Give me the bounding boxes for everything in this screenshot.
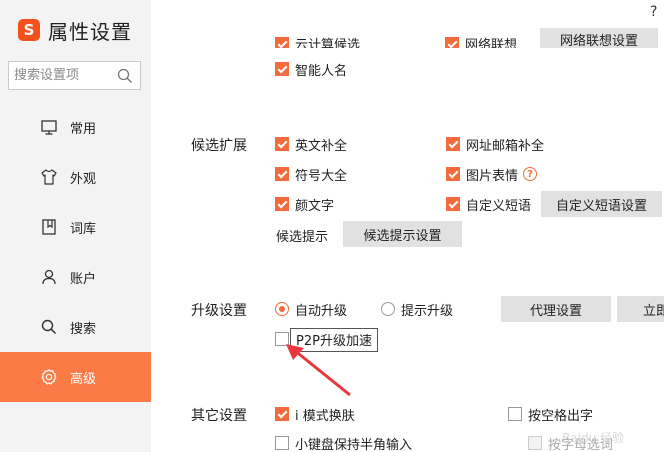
english-complete-checkbox[interactable]: 英文补全 — [275, 135, 348, 154]
monitor-icon — [41, 120, 57, 135]
search-icon[interactable] — [117, 68, 133, 84]
checkbox-label: 智能人名 — [295, 63, 348, 79]
annotation-arrow — [286, 344, 351, 397]
custom-phrase-checkbox[interactable]: 自定义短语 — [446, 195, 532, 214]
prompt-upgrade-radio[interactable]: 提示升级 — [381, 300, 454, 319]
checkbox-icon — [275, 62, 289, 76]
context-checkbox[interactable]: 网络联想 — [445, 34, 517, 48]
image-emoji-checkbox[interactable]: 图片表情 ? — [446, 165, 538, 184]
sidebar-item-label: 账户 — [70, 272, 97, 287]
section-title-other: 其它设置 — [191, 408, 247, 424]
checkbox-label: 网址邮箱补全 — [466, 138, 545, 154]
custom-phrase-settings-button[interactable]: 自定义短语设置 — [541, 191, 662, 217]
sidebar-item-label: 搜索 — [70, 322, 97, 337]
radio-label: 自动升级 — [295, 303, 348, 319]
section-title-upgrade: 升级设置 — [191, 303, 247, 319]
user-icon — [42, 269, 56, 285]
search-input[interactable] — [9, 62, 114, 89]
context-settings-button[interactable]: 网络联想设置 — [540, 28, 658, 48]
checkbox-icon — [275, 137, 289, 151]
sogou-logo-icon: S — [18, 19, 40, 41]
candidate-hint-label: 候选提示 — [276, 230, 329, 245]
sidebar-item-account[interactable]: 账户 — [0, 252, 151, 302]
checkbox-label: i 模式换肤 — [295, 408, 355, 424]
radio-icon — [275, 302, 289, 316]
auto-upgrade-radio[interactable]: 自动升级 — [275, 300, 348, 319]
scrolled-row: 云计算候选 网络联想 网络联想设置 — [151, 0, 664, 48]
page-title: 属性设置 — [48, 19, 132, 44]
checkbox-icon — [508, 407, 522, 421]
candidate-hint-settings-button[interactable]: 候选提示设置 — [343, 221, 462, 247]
shirt-icon — [41, 169, 57, 185]
checkbox-icon — [446, 197, 460, 211]
sidebar-item-advanced[interactable]: 高级 — [0, 352, 151, 402]
upgrade-now-button[interactable]: 立即 — [617, 296, 664, 322]
checkbox-icon — [275, 436, 289, 450]
checkbox-icon — [446, 167, 460, 181]
symbols-checkbox[interactable]: 符号大全 — [275, 165, 348, 184]
sidebar-item-label: 高级 — [70, 372, 97, 387]
checkbox-label: 图片表情 — [466, 168, 519, 184]
checkbox-label: 颜文字 — [295, 198, 335, 214]
checkbox-label: 符号大全 — [295, 168, 348, 184]
checkbox-icon — [275, 197, 289, 211]
watermark: Baidu 经验 — [562, 431, 624, 445]
checkbox-label: 网络联想 — [465, 38, 518, 48]
space-output-checkbox[interactable]: 按空格出字 — [508, 405, 594, 424]
section-title-candidate: 候选扩展 — [191, 138, 247, 154]
keypad-halfwidth-checkbox[interactable]: 小键盘保持半角输入 — [275, 434, 412, 452]
sidebar-item-dictionary[interactable]: 词库 — [0, 202, 151, 252]
checkbox-label: 自定义短语 — [466, 198, 532, 214]
url-email-checkbox[interactable]: 网址邮箱补全 — [446, 135, 545, 154]
radio-label: 提示升级 — [401, 303, 454, 319]
smart-name-checkbox[interactable]: 智能人名 — [275, 60, 348, 79]
cloud-candidate-checkbox[interactable]: 云计算候选 — [275, 34, 360, 48]
checkbox-icon — [445, 36, 459, 48]
checkbox-label: 云计算候选 — [295, 38, 361, 48]
sidebar-item-label: 常用 — [70, 122, 97, 137]
search-icon — [41, 319, 57, 335]
gear-icon — [41, 369, 57, 385]
sidebar-item-common[interactable]: 常用 — [0, 102, 151, 152]
sidebar-item-appearance[interactable]: 外观 — [0, 152, 151, 202]
sidebar-item-search[interactable]: 搜索 — [0, 302, 151, 352]
checkbox-label: 英文补全 — [295, 138, 348, 154]
book-icon — [42, 219, 56, 235]
checkbox-label: 按空格出字 — [528, 408, 594, 424]
radio-icon — [381, 302, 395, 316]
kaomoji-checkbox[interactable]: 颜文字 — [275, 195, 335, 214]
checkbox-icon — [275, 36, 289, 48]
sidebar: S 属性设置 常用 外观 词库 账户 — [0, 0, 151, 452]
checkbox-icon — [275, 407, 289, 421]
question-circle-icon[interactable]: ? — [523, 167, 538, 181]
sidebar-item-label: 外观 — [70, 172, 97, 187]
sidebar-item-label: 词库 — [70, 222, 97, 237]
checkbox-icon — [446, 137, 460, 151]
i-mode-skin-checkbox[interactable]: i 模式换肤 — [275, 405, 355, 424]
checkbox-label: 小键盘保持半角输入 — [295, 437, 413, 452]
proxy-settings-button[interactable]: 代理设置 — [501, 296, 611, 322]
brand: S 属性设置 — [18, 16, 132, 44]
search-box[interactable] — [8, 61, 141, 90]
checkbox-icon — [528, 436, 542, 450]
checkbox-icon — [275, 167, 289, 181]
